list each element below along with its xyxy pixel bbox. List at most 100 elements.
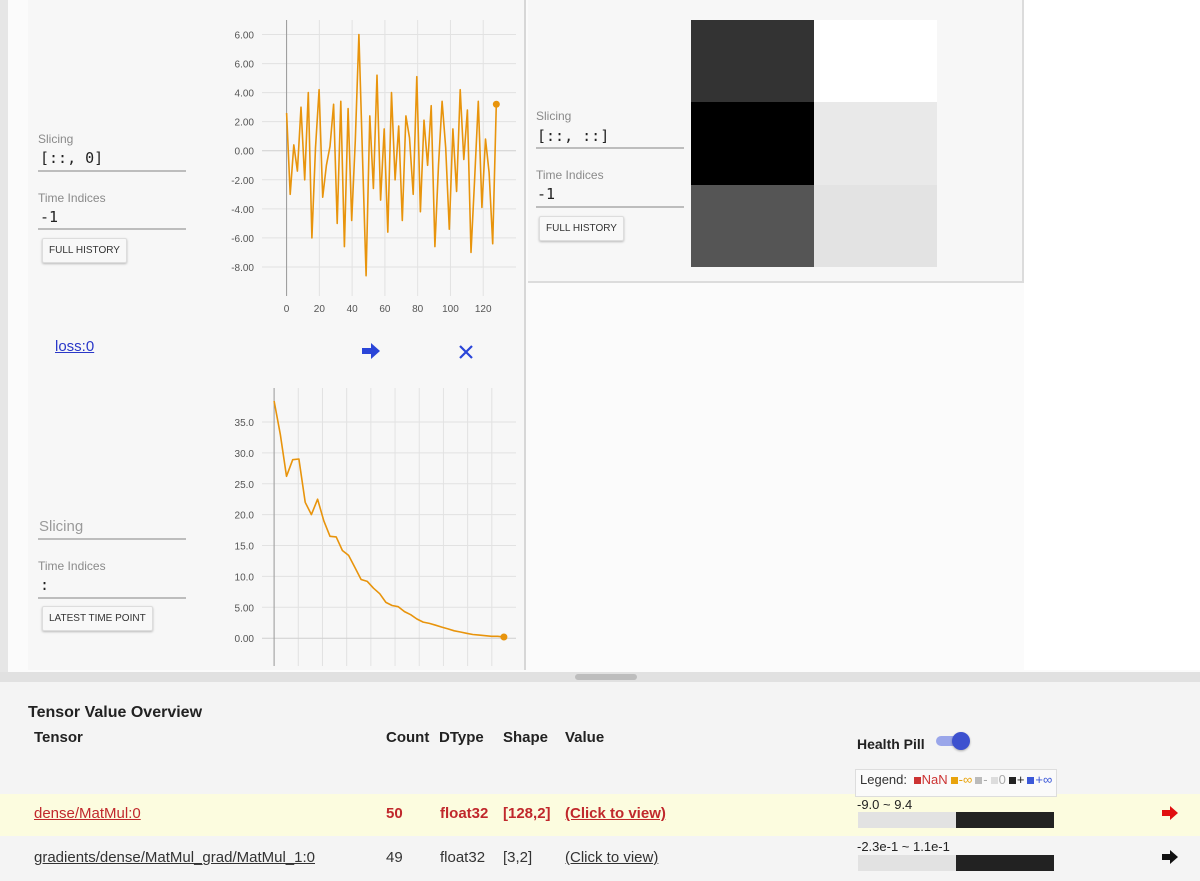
health-pill-toggle[interactable] bbox=[936, 732, 970, 750]
loss-line-chart: 35.0 30.0 25.0 20.0 15.0 10.0 5.00 0.00 bbox=[235, 388, 516, 666]
legend-item: + bbox=[1008, 772, 1024, 787]
slicing-input[interactable]: [::, ::] bbox=[537, 127, 609, 145]
y-tick-label: 20.0 bbox=[235, 511, 255, 522]
legend-items: NaN -∞ -0 + +∞ bbox=[911, 772, 1052, 787]
legend-item: NaN bbox=[913, 772, 948, 787]
y-tick-label: 6.00 bbox=[235, 31, 255, 42]
full-history-button[interactable]: FULL HISTORY bbox=[42, 238, 127, 263]
column-header-shape: Shape bbox=[503, 729, 549, 746]
latest-time-point-button[interactable]: LATEST TIME POINT bbox=[42, 606, 153, 631]
health-pill-zero-segment bbox=[858, 855, 956, 871]
legend-label: 0 bbox=[998, 772, 1006, 787]
x-tick-label: 120 bbox=[475, 304, 492, 315]
x-tick-label: 40 bbox=[347, 304, 359, 315]
x-tick-label: 0 bbox=[284, 304, 290, 315]
slicing-underline bbox=[38, 170, 186, 172]
health-pill-range: -2.3e-1 ~ 1.1e-1 bbox=[857, 839, 950, 854]
legend-swatch bbox=[990, 777, 998, 784]
slicing-label: Slicing bbox=[536, 109, 572, 123]
slicing-input[interactable]: [::, 0] bbox=[40, 149, 103, 167]
resize-handle[interactable] bbox=[575, 674, 637, 680]
dtype-value: float32 bbox=[440, 805, 489, 822]
slicing-underline bbox=[536, 147, 684, 149]
shape-value: [128,2] bbox=[503, 805, 551, 822]
shape-value: [3,2] bbox=[503, 849, 533, 866]
x-tick-label: 60 bbox=[379, 304, 391, 315]
time-indices-input[interactable]: -1 bbox=[40, 208, 58, 226]
health-pill-range: -9.0 ~ 9.4 bbox=[857, 797, 913, 812]
legend-item: +∞ bbox=[1027, 772, 1052, 787]
heatmap-cell bbox=[691, 102, 814, 185]
y-tick-label: 35.0 bbox=[235, 418, 255, 429]
y-tick-label: -8.00 bbox=[231, 263, 254, 274]
heatmap-cell bbox=[814, 102, 937, 185]
tensor-link-loss[interactable]: loss:0 bbox=[55, 338, 94, 355]
time-indices-underline bbox=[38, 597, 186, 599]
x-tick-label: 80 bbox=[412, 304, 424, 315]
legend-label: - bbox=[983, 772, 988, 787]
legend-label: +∞ bbox=[1035, 772, 1053, 787]
heatmap-cell bbox=[814, 184, 937, 267]
time-indices-label: Time Indices bbox=[38, 559, 106, 573]
legend-label: -∞ bbox=[958, 772, 973, 787]
health-pill-positive-segment bbox=[956, 812, 1054, 828]
health-pill-positive-segment bbox=[956, 855, 1054, 871]
heatmap-cell bbox=[691, 184, 814, 267]
legend-swatch bbox=[975, 777, 983, 784]
y-tick-label: 0.00 bbox=[235, 634, 255, 645]
close-icon[interactable] bbox=[458, 343, 474, 366]
tensor-link[interactable]: gradients/dense/MatMul_grad/MatMul_1:0 bbox=[34, 849, 315, 866]
column-header-count: Count bbox=[386, 729, 430, 746]
y-tick-label: 4.00 bbox=[235, 89, 255, 100]
y-tick-label: 2.00 bbox=[235, 118, 255, 129]
slicing-input[interactable] bbox=[38, 538, 186, 540]
time-indices-underline bbox=[536, 206, 684, 208]
legend-swatch bbox=[950, 777, 958, 784]
time-indices-label: Time Indices bbox=[38, 191, 106, 205]
overview-title: Tensor Value Overview bbox=[28, 704, 203, 721]
click-to-view-link[interactable]: (Click to view) bbox=[565, 849, 658, 866]
legend-swatch bbox=[1008, 777, 1016, 784]
x-tick-label: 20 bbox=[314, 304, 326, 315]
full-history-button[interactable]: FULL HISTORY bbox=[539, 216, 624, 241]
legend-label: NaN bbox=[921, 772, 948, 787]
y-tick-label: 6.00 bbox=[235, 60, 255, 71]
column-header-tensor: Tensor bbox=[34, 729, 83, 746]
slicing-label: Slicing bbox=[38, 132, 74, 146]
arrow-right-icon[interactable] bbox=[362, 342, 380, 365]
data-point bbox=[500, 633, 508, 641]
arrow-right-icon[interactable] bbox=[1162, 806, 1178, 825]
y-tick-label: -2.00 bbox=[231, 176, 254, 187]
time-indices-input[interactable]: : bbox=[40, 576, 49, 594]
y-tick-label: 10.0 bbox=[235, 572, 255, 583]
plot-area bbox=[262, 388, 516, 666]
left-edge-strip bbox=[0, 0, 8, 680]
slicing-label: Slicing bbox=[39, 518, 84, 535]
tensor-link[interactable]: dense/MatMul:0 bbox=[34, 805, 141, 822]
dtype-value: float32 bbox=[440, 849, 486, 866]
legend-label: Legend: bbox=[860, 772, 907, 787]
column-header-value: Value bbox=[565, 729, 605, 746]
column-header-health-pill: Health Pill bbox=[857, 736, 925, 752]
y-tick-label: 0.00 bbox=[235, 147, 255, 158]
tensor-panel-right: Slicing [::, ::] Time Indices -1 FULL HI… bbox=[528, 0, 1024, 283]
tensor-heatmap bbox=[691, 20, 937, 267]
health-pill-zero-segment bbox=[858, 812, 956, 828]
legend-swatch bbox=[1027, 777, 1035, 784]
x-tick-label: 100 bbox=[442, 304, 459, 315]
y-tick-label: -4.00 bbox=[231, 205, 254, 216]
empty-area bbox=[1024, 0, 1200, 670]
time-indices-input[interactable]: -1 bbox=[537, 185, 555, 203]
heatmap-cell bbox=[691, 20, 814, 103]
tensor-value-line-chart: 6.00 6.00 4.00 2.00 0.00 -2.00 -4.00 -6.00 -8.00… bbox=[231, 20, 516, 315]
legend-item: -∞ bbox=[950, 772, 973, 787]
legend-swatch bbox=[913, 777, 921, 784]
column-header-dtype: DType bbox=[439, 729, 484, 746]
count-value: 50 bbox=[386, 805, 403, 822]
click-to-view-link[interactable]: (Click to view) bbox=[565, 805, 666, 822]
arrow-right-icon[interactable] bbox=[1162, 850, 1178, 869]
y-tick-label: 25.0 bbox=[235, 480, 255, 491]
legend-item: - bbox=[975, 772, 988, 787]
y-tick-label: -6.00 bbox=[231, 234, 254, 245]
y-tick-label: 5.00 bbox=[235, 603, 255, 614]
